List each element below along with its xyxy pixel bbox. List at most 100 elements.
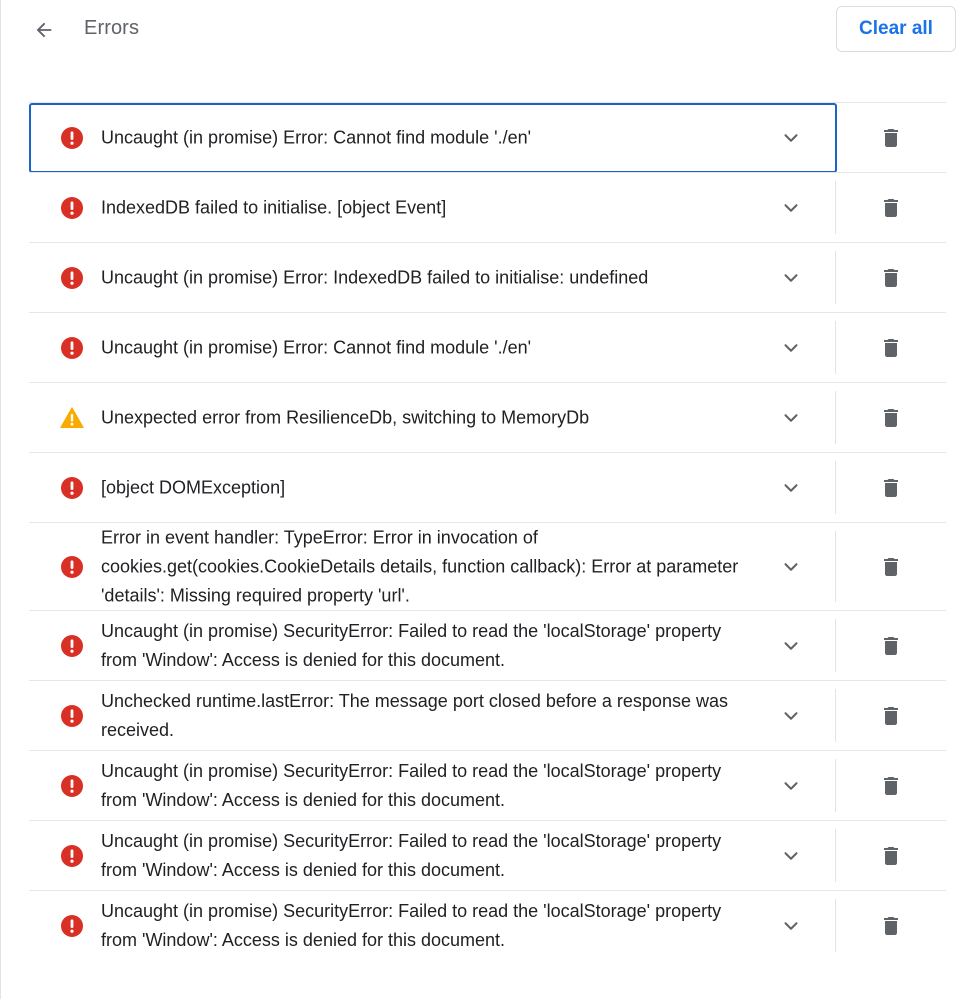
delete-error-button[interactable] (871, 402, 911, 434)
error-row: Uncaught (in promise) SecurityError: Fai… (29, 610, 946, 680)
error-message: Uncaught (in promise) Error: IndexedDB f… (101, 267, 649, 287)
error-row: Unexpected error from ResilienceDb, swit… (29, 382, 946, 452)
error-icon (61, 844, 83, 867)
delete-error-button[interactable] (871, 770, 911, 802)
error-item-expand[interactable]: Error in event handler: TypeError: Error… (29, 523, 837, 610)
page-left-border (0, 0, 1, 999)
chevron-down-icon[interactable] (780, 775, 802, 797)
error-item-expand[interactable]: Uncaught (in promise) Error: Cannot find… (29, 313, 837, 382)
error-item-expand[interactable]: [object DOMException] (29, 453, 837, 522)
trash-icon (884, 776, 898, 795)
chevron-down-icon[interactable] (780, 127, 802, 149)
error-item-expand[interactable]: Uncaught (in promise) Error: Cannot find… (29, 103, 837, 172)
error-row: Error in event handler: TypeError: Error… (29, 522, 946, 610)
delete-error-button[interactable] (871, 332, 911, 364)
chevron-down-icon[interactable] (780, 915, 802, 937)
chevron-down-icon[interactable] (780, 197, 802, 219)
chevron-down-icon[interactable] (780, 407, 802, 429)
error-item-expand[interactable]: Unexpected error from ResilienceDb, swit… (29, 383, 837, 452)
warning-icon (60, 406, 84, 428)
chevron-down-icon[interactable] (780, 845, 802, 867)
clear-all-button[interactable]: Clear all (836, 6, 956, 52)
row-divider (835, 759, 836, 812)
delete-error-button[interactable] (871, 262, 911, 294)
error-item-expand[interactable]: IndexedDB failed to initialise. [object … (29, 173, 837, 242)
error-message: [object DOMException] (101, 477, 286, 497)
error-icon (61, 336, 83, 359)
delete-error-button[interactable] (871, 122, 911, 154)
error-row: IndexedDB failed to initialise. [object … (29, 172, 946, 242)
row-divider (835, 689, 836, 742)
error-icon (61, 555, 83, 578)
error-item-expand[interactable]: Uncaught (in promise) Error: IndexedDB f… (29, 243, 837, 312)
page-header: Errors Clear all (0, 0, 970, 62)
error-message: Uncaught (in promise) SecurityError: Fai… (101, 620, 722, 670)
trash-icon (884, 636, 898, 655)
error-row: Uncaught (in promise) SecurityError: Fai… (29, 750, 946, 820)
delete-error-button[interactable] (871, 700, 911, 732)
error-row: Uncaught (in promise) SecurityError: Fai… (29, 820, 946, 890)
back-button[interactable] (26, 12, 62, 48)
error-message: Unchecked runtime.lastError: The message… (101, 690, 728, 740)
chevron-down-icon[interactable] (780, 635, 802, 657)
error-icon (61, 634, 83, 657)
row-divider (835, 251, 836, 304)
error-item-expand[interactable]: Unchecked runtime.lastError: The message… (29, 681, 837, 750)
arrow-back-icon (36, 22, 52, 38)
row-divider (835, 531, 836, 602)
error-icon (61, 126, 83, 149)
error-message: Uncaught (in promise) Error: Cannot find… (101, 127, 532, 147)
row-divider (835, 461, 836, 514)
error-row: Uncaught (in promise) Error: Cannot find… (29, 102, 946, 173)
error-message: IndexedDB failed to initialise. [object … (101, 197, 447, 217)
error-list: Uncaught (in promise) Error: Cannot find… (29, 102, 946, 960)
row-divider (835, 619, 836, 672)
trash-icon (884, 408, 898, 427)
delete-error-button[interactable] (871, 630, 911, 662)
row-divider (835, 829, 836, 882)
trash-icon (884, 198, 898, 217)
chevron-down-icon[interactable] (780, 477, 802, 499)
delete-error-button[interactable] (871, 840, 911, 872)
error-row: Uncaught (in promise) Error: IndexedDB f… (29, 242, 946, 312)
error-icon (61, 196, 83, 219)
row-divider (835, 391, 836, 444)
error-item-expand[interactable]: Uncaught (in promise) SecurityError: Fai… (29, 751, 837, 820)
row-divider (835, 181, 836, 234)
row-divider (835, 321, 836, 374)
trash-icon (884, 916, 898, 935)
error-message: Uncaught (in promise) SecurityError: Fai… (101, 760, 722, 810)
error-icon (61, 914, 83, 937)
error-message: Uncaught (in promise) SecurityError: Fai… (101, 900, 722, 950)
error-row: [object DOMException] (29, 452, 946, 522)
error-row: Uncaught (in promise) Error: Cannot find… (29, 312, 946, 382)
trash-icon (884, 706, 898, 725)
error-icon (61, 266, 83, 289)
page-title: Errors (84, 17, 140, 39)
chevron-down-icon[interactable] (780, 705, 802, 727)
chevron-down-icon[interactable] (780, 267, 802, 289)
delete-error-button[interactable] (871, 472, 911, 504)
error-item-expand[interactable]: Uncaught (in promise) SecurityError: Fai… (29, 891, 837, 960)
error-item-expand[interactable]: Uncaught (in promise) SecurityError: Fai… (29, 611, 837, 680)
error-row: Uncaught (in promise) SecurityError: Fai… (29, 890, 946, 960)
error-row: Unchecked runtime.lastError: The message… (29, 680, 946, 750)
error-icon (61, 476, 83, 499)
trash-icon (884, 268, 898, 287)
chevron-down-icon[interactable] (780, 337, 802, 359)
error-message: Uncaught (in promise) SecurityError: Fai… (101, 830, 722, 880)
trash-icon (884, 128, 898, 147)
trash-icon (884, 846, 898, 865)
trash-icon (884, 338, 898, 357)
error-icon (61, 704, 83, 727)
delete-error-button[interactable] (871, 192, 911, 224)
delete-error-button[interactable] (871, 551, 911, 583)
delete-error-button[interactable] (871, 910, 911, 942)
chevron-down-icon[interactable] (780, 556, 802, 578)
error-message: Error in event handler: TypeError: Error… (101, 527, 739, 605)
error-icon (61, 774, 83, 797)
error-message: Uncaught (in promise) Error: Cannot find… (101, 337, 532, 357)
error-message: Unexpected error from ResilienceDb, swit… (101, 407, 590, 427)
error-item-expand[interactable]: Uncaught (in promise) SecurityError: Fai… (29, 821, 837, 890)
row-divider (835, 899, 836, 952)
